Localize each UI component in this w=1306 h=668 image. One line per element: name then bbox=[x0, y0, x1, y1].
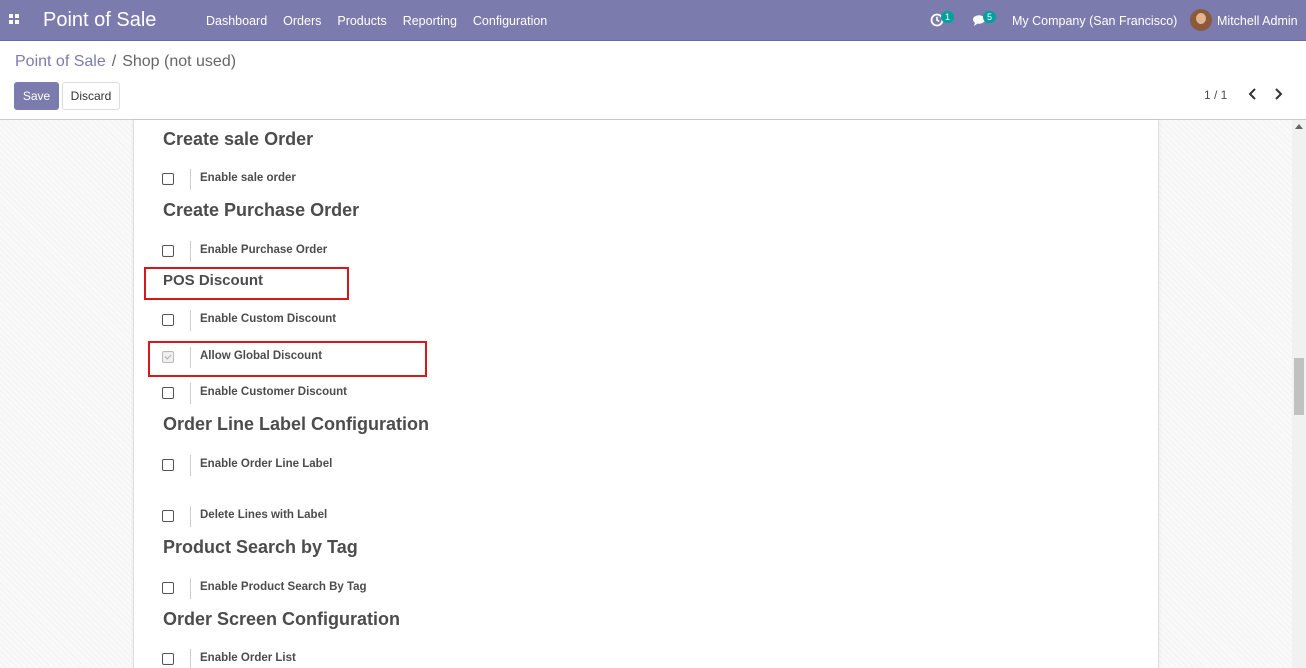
setting-divider bbox=[190, 506, 191, 527]
setting-label: Delete Lines with Label bbox=[200, 509, 328, 521]
page-scrollbar[interactable] bbox=[1292, 120, 1306, 668]
messages-count-badge: 5 bbox=[983, 11, 997, 23]
pager-previous-icon[interactable] bbox=[1246, 86, 1260, 102]
form-content-area: Create sale Order Enable sale order Crea… bbox=[0, 120, 1306, 668]
control-panel: Point of Sale / Shop (not used) Save Disca… bbox=[0, 41, 1306, 120]
enable-order-line-label-checkbox[interactable] bbox=[162, 459, 174, 471]
user-avatar[interactable] bbox=[1190, 9, 1212, 31]
setting-label: Enable Order List bbox=[200, 652, 296, 664]
setting-divider bbox=[190, 383, 191, 404]
breadcrumb-parent[interactable]: Point of Sale bbox=[15, 53, 106, 70]
section-title-product-search-by-tag: Product Search by Tag bbox=[163, 537, 358, 557]
main-menu: Dashboard Orders Products Reporting Conf… bbox=[198, 14, 555, 28]
setting-label: Enable Purchase Order bbox=[200, 244, 328, 256]
setting-label: Enable Custom Discount bbox=[200, 313, 337, 325]
setting-divider bbox=[190, 169, 191, 190]
app-brand[interactable]: Point of Sale bbox=[43, 9, 156, 32]
section-title-create-purchase-order: Create Purchase Order bbox=[163, 200, 360, 220]
enable-purchase-order-checkbox[interactable] bbox=[162, 245, 174, 257]
setting-label: Enable Customer Discount bbox=[200, 386, 347, 398]
enable-order-list-checkbox[interactable] bbox=[162, 653, 174, 665]
highlight-box-global-discount bbox=[148, 341, 427, 377]
section-title-order-line-label: Order Line Label Configuration bbox=[163, 414, 430, 434]
breadcrumb: Point of Sale / Shop (not used) bbox=[15, 53, 236, 71]
setting-label: Enable Order Line Label bbox=[200, 458, 333, 470]
setting-divider bbox=[190, 310, 191, 331]
section-title-order-screen-configuration: Order Screen Configuration bbox=[163, 609, 401, 629]
section-title-create-sale-order: Create sale Order bbox=[163, 129, 314, 149]
highlight-box-pos-discount bbox=[144, 267, 349, 300]
breadcrumb-current: Shop (not used) bbox=[122, 53, 237, 70]
enable-customer-discount-checkbox[interactable] bbox=[162, 387, 174, 399]
user-menu[interactable]: Mitchell Admin bbox=[1217, 0, 1298, 41]
menu-reporting[interactable]: Reporting bbox=[403, 14, 457, 28]
apps-menu-icon[interactable] bbox=[9, 14, 20, 25]
setting-divider bbox=[190, 455, 191, 476]
enable-product-search-by-tag-checkbox[interactable] bbox=[162, 582, 174, 594]
menu-dashboard[interactable]: Dashboard bbox=[206, 14, 267, 28]
pager-value[interactable]: 1 / 1 bbox=[1204, 88, 1227, 102]
setting-label: Enable sale order bbox=[200, 172, 296, 184]
setting-divider bbox=[190, 241, 191, 262]
form-sheet: Create sale Order Enable sale order Crea… bbox=[133, 120, 1159, 668]
menu-orders[interactable]: Orders bbox=[283, 14, 321, 28]
enable-sale-order-checkbox[interactable] bbox=[162, 173, 174, 185]
activity-count-badge: 1 bbox=[941, 11, 955, 23]
breadcrumb-separator: / bbox=[111, 53, 117, 70]
menu-configuration[interactable]: Configuration bbox=[473, 14, 547, 28]
delete-lines-with-label-checkbox[interactable] bbox=[162, 510, 174, 522]
menu-products[interactable]: Products bbox=[337, 14, 386, 28]
save-button[interactable]: Save bbox=[14, 82, 59, 110]
setting-divider bbox=[190, 649, 191, 668]
company-switcher[interactable]: My Company (San Francisco) bbox=[1012, 0, 1177, 41]
discard-button[interactable]: Discard bbox=[62, 82, 120, 110]
scroll-up-arrow-icon[interactable] bbox=[1295, 124, 1303, 129]
pager-next-icon[interactable] bbox=[1271, 86, 1285, 102]
setting-label: Enable Product Search By Tag bbox=[200, 581, 367, 593]
enable-custom-discount-checkbox[interactable] bbox=[162, 314, 174, 326]
scrollbar-thumb[interactable] bbox=[1294, 358, 1304, 415]
top-navbar: Point of Sale Dashboard Orders Products … bbox=[0, 0, 1306, 41]
setting-divider bbox=[190, 578, 191, 599]
